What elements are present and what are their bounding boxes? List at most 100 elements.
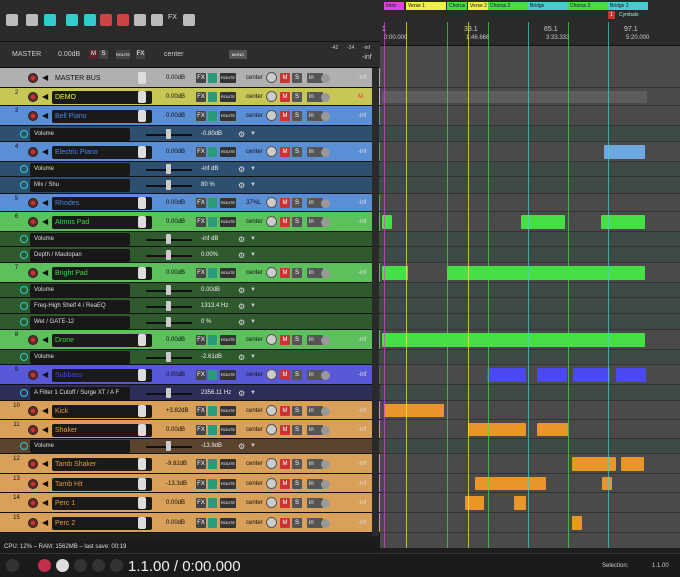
media-item[interactable]: [475, 477, 546, 490]
media-item[interactable]: [514, 496, 526, 510]
mute-button[interactable]: M: [280, 498, 290, 508]
fx-button[interactable]: FX: [196, 459, 206, 469]
volume-fader[interactable]: [138, 267, 146, 279]
envelope-power-icon[interactable]: [20, 130, 28, 138]
envelope-lane-area[interactable]: [380, 314, 680, 330]
mute-button[interactable]: M: [280, 518, 290, 528]
marker-number[interactable]: 1: [608, 11, 615, 19]
envelope-lane-area[interactable]: [380, 126, 680, 142]
track-name[interactable]: Kick: [52, 405, 152, 418]
route-button[interactable]: ROUTE: [220, 111, 236, 121]
envelope-knob[interactable]: [166, 164, 171, 174]
media-item[interactable]: [537, 423, 568, 436]
solo-button[interactable]: S: [292, 498, 302, 508]
fx-button[interactable]: FX: [196, 198, 206, 208]
route-button[interactable]: ROUTE: [220, 73, 236, 83]
track-lane[interactable]: [380, 68, 680, 88]
fx-button[interactable]: FX: [196, 217, 206, 227]
envelope-lane-area[interactable]: [380, 232, 680, 247]
fx-button[interactable]: FX: [196, 479, 206, 489]
fx-bypass-button[interactable]: [208, 406, 217, 416]
route-button[interactable]: ROUTE: [220, 92, 236, 102]
fx-bypass-button[interactable]: [208, 370, 217, 380]
tuner-icon[interactable]: [151, 14, 163, 26]
input-dropdown-icon[interactable]: [321, 74, 330, 83]
stop-button[interactable]: [110, 559, 123, 572]
metronome-icon[interactable]: [26, 14, 38, 26]
fx-bypass-button[interactable]: [208, 425, 217, 435]
pan-knob[interactable]: [266, 267, 277, 278]
track-name[interactable]: Drone: [52, 334, 152, 347]
record-arm-button[interactable]: [28, 217, 38, 227]
route-button[interactable]: ROUTE: [220, 459, 236, 469]
mute-button[interactable]: M: [280, 335, 290, 345]
pan-knob[interactable]: [266, 405, 277, 416]
route-button[interactable]: ROUTE: [220, 335, 236, 345]
volume-fader[interactable]: [138, 334, 146, 346]
route-button[interactable]: ROUTE: [220, 425, 236, 435]
solo-button[interactable]: S: [292, 425, 302, 435]
envelope-power-icon[interactable]: [20, 286, 28, 294]
loop-icon[interactable]: [44, 14, 56, 26]
record-arm-button[interactable]: [28, 406, 38, 416]
volume-fader[interactable]: [138, 478, 146, 490]
master-solo-button[interactable]: S: [99, 50, 108, 59]
mute-button[interactable]: M: [280, 406, 290, 416]
fx-bypass-button[interactable]: [208, 217, 217, 227]
mute-button[interactable]: M: [280, 111, 290, 121]
solo-button[interactable]: S: [292, 73, 302, 83]
pan-knob[interactable]: [266, 517, 277, 528]
region-marker[interactable]: Bridge 2: [608, 2, 648, 10]
solo-button[interactable]: S: [292, 518, 302, 528]
record-arm-button[interactable]: [28, 111, 38, 121]
fx-bypass-button[interactable]: [208, 498, 217, 508]
pan-knob[interactable]: [266, 216, 277, 227]
play-button[interactable]: [56, 559, 69, 572]
region-marker[interactable]: Intro: [384, 2, 404, 10]
fx-button[interactable]: FX: [196, 147, 206, 157]
master-fx-button[interactable]: FX: [136, 50, 145, 59]
marker-icon[interactable]: [84, 14, 96, 26]
record-arm-button[interactable]: [28, 518, 38, 528]
fx-icon[interactable]: FX: [168, 14, 180, 26]
track-name[interactable]: Perc 2: [52, 517, 152, 530]
input-dropdown-icon[interactable]: [321, 218, 330, 227]
gear-icon[interactable]: ⚙: [238, 302, 245, 311]
fx-bypass-button[interactable]: [208, 479, 217, 489]
fx-button[interactable]: FX: [196, 370, 206, 380]
track-lane[interactable]: [380, 493, 680, 513]
fx-bypass-button[interactable]: [208, 147, 217, 157]
input-dropdown-icon[interactable]: [321, 148, 330, 157]
fx-button[interactable]: FX: [196, 268, 206, 278]
chevron-down-icon[interactable]: ▼: [250, 252, 256, 258]
chevron-down-icon[interactable]: ▼: [250, 319, 256, 325]
media-item[interactable]: [602, 477, 612, 490]
track-row[interactable]: 8 ◀ Drone 0.00dB FX ROUTE center M Sin -inf: [0, 330, 380, 350]
arrange-view[interactable]: IntroVerse 1Chorus 1Verse 2Chorus 2Bridg…: [380, 0, 680, 548]
track-name[interactable]: Subbass: [52, 369, 152, 382]
input-dropdown-icon[interactable]: [321, 371, 330, 380]
x-icon[interactable]: [117, 14, 129, 26]
media-item[interactable]: [537, 368, 567, 382]
solo-button[interactable]: S: [292, 479, 302, 489]
gear-icon[interactable]: ⚙: [238, 353, 245, 362]
route-button[interactable]: ROUTE: [220, 406, 236, 416]
envelope-lane-area[interactable]: [380, 247, 680, 263]
track-row[interactable]: 5 ◀ Rhodes 0.00dB FX ROUTE 37%L M Sin -inf: [0, 194, 380, 212]
chevron-down-icon[interactable]: ▼: [250, 166, 256, 172]
track-name[interactable]: Shaker: [52, 424, 152, 437]
media-item[interactable]: [572, 457, 616, 471]
volume-fader[interactable]: [138, 517, 146, 529]
gear-icon[interactable]: ⚙: [238, 442, 245, 451]
chevron-down-icon[interactable]: ▼: [250, 236, 256, 242]
pan-knob[interactable]: [266, 369, 277, 380]
input-dropdown-icon[interactable]: [321, 426, 330, 435]
gear-icon[interactable]: ⚙: [238, 165, 245, 174]
pan-knob[interactable]: [266, 497, 277, 508]
envelope-power-icon[interactable]: [20, 353, 28, 361]
track-row[interactable]: ◀ MASTER BUS 0.00dB FX ROUTE center M Sin -inf: [0, 68, 380, 88]
track-name[interactable]: Rhodes: [52, 197, 152, 210]
solo-button[interactable]: S: [292, 406, 302, 416]
mute-button[interactable]: M: [280, 147, 290, 157]
mute-button[interactable]: M: [280, 425, 290, 435]
